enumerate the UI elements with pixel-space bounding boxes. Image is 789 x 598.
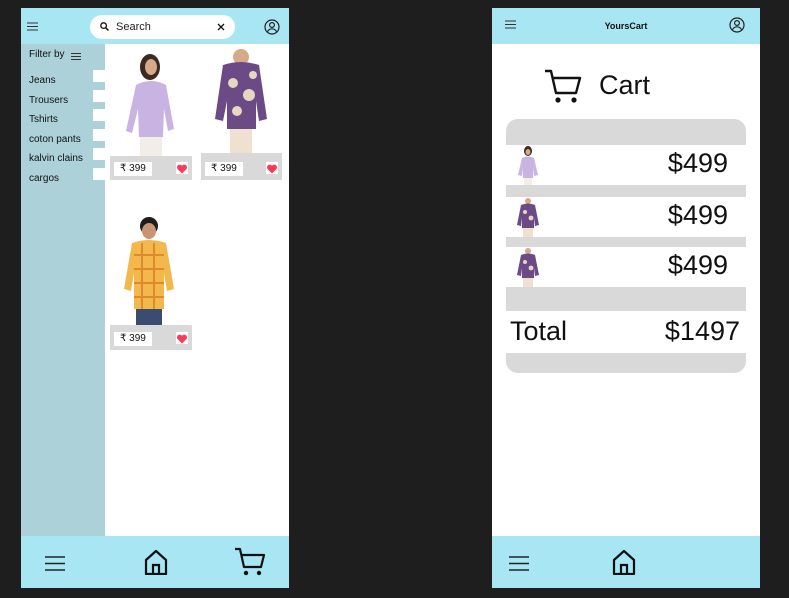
cart-icon[interactable] xyxy=(234,547,266,577)
user-circle-icon[interactable] xyxy=(729,17,745,33)
filter-checkbox[interactable] xyxy=(93,109,105,121)
favorite-button[interactable] xyxy=(266,162,278,174)
price-tag: ₹ 399 xyxy=(114,162,152,176)
product-card[interactable]: ₹ 399 xyxy=(110,49,192,180)
hamburger-icon[interactable] xyxy=(27,22,38,31)
heart-icon xyxy=(176,334,188,344)
heart-icon xyxy=(266,164,278,174)
total-value: $1497 xyxy=(664,316,740,346)
filter-item-cargos[interactable]: cargos xyxy=(29,168,105,186)
search-input[interactable]: Search xyxy=(116,21,151,33)
search-icon xyxy=(100,22,109,31)
cart-item-price: $499 xyxy=(667,148,728,178)
cart-icon xyxy=(545,69,582,103)
woman-lilac-shirt-image xyxy=(126,54,174,156)
filter-label: Tshirts xyxy=(29,114,58,125)
cart-total: Total $1497 xyxy=(506,311,746,353)
filter-item-kalvin-clains[interactable]: kalvin clains xyxy=(29,148,105,166)
search-bar[interactable]: Search xyxy=(90,15,235,39)
filter-checkbox[interactable] xyxy=(93,129,105,141)
bottom-nav xyxy=(21,536,289,588)
product-thumbnail xyxy=(517,248,539,287)
top-bar: YoursCart xyxy=(492,8,760,44)
hamburger-icon[interactable] xyxy=(509,556,529,571)
product-thumbnail xyxy=(518,146,538,185)
filter-item-jeans[interactable]: Jeans xyxy=(29,70,105,88)
total-label: Total xyxy=(510,316,568,346)
price-tag: ₹ 399 xyxy=(205,162,243,176)
cart-item[interactable]: $499 xyxy=(506,197,746,237)
product-image[interactable] xyxy=(201,49,282,153)
man-orange-check-shirt-image xyxy=(124,217,174,325)
favorite-button[interactable] xyxy=(176,162,188,174)
favorite-button[interactable] xyxy=(176,332,188,344)
cart-item[interactable]: $499 xyxy=(506,247,746,287)
filter-item-trousers[interactable]: Trousers xyxy=(29,90,105,108)
heart-icon xyxy=(176,164,188,174)
filter-label: Jeans xyxy=(29,75,56,86)
product-thumbnail xyxy=(517,198,539,237)
cart-item-price: $499 xyxy=(667,200,728,230)
filter-title: Filter by xyxy=(29,49,65,60)
cart-item-price: $499 xyxy=(667,250,728,280)
filter-label: kalvin clains xyxy=(29,153,83,164)
purple-floral-shirt-image xyxy=(215,49,267,153)
filter-checkbox[interactable] xyxy=(93,168,105,180)
filter-label: Trousers xyxy=(29,95,69,106)
filter-item-tshirts[interactable]: Tshirts xyxy=(29,109,105,127)
top-bar: Search xyxy=(21,8,289,44)
filter-checkbox[interactable] xyxy=(93,90,105,102)
home-icon[interactable] xyxy=(612,549,636,575)
product-image[interactable] xyxy=(110,49,192,156)
product-card[interactable]: ₹ 399 xyxy=(110,215,192,350)
filter-lines-icon[interactable] xyxy=(71,53,81,60)
filter-label: coton pants xyxy=(29,134,81,145)
product-image[interactable] xyxy=(110,215,192,325)
user-circle-icon[interactable] xyxy=(264,19,280,35)
cart-screen: YoursCart Cart $499 $499 $499 Total $149… xyxy=(492,8,760,588)
product-card[interactable]: ₹ 399 xyxy=(201,49,282,180)
filter-sidebar: Filter by Jeans Trousers Tshirts coton p… xyxy=(21,44,105,536)
cart-title: Cart xyxy=(599,70,651,100)
close-icon[interactable] xyxy=(217,23,225,31)
cart-item[interactable]: $499 xyxy=(506,145,746,185)
bottom-nav xyxy=(492,536,760,588)
catalog-screen: Search Filter by Jeans Trousers Tshirts xyxy=(21,8,289,588)
price-tag: ₹ 399 xyxy=(114,332,152,346)
hamburger-icon[interactable] xyxy=(45,556,65,571)
home-icon[interactable] xyxy=(144,549,168,575)
filter-checkbox[interactable] xyxy=(93,148,105,160)
filter-checkbox[interactable] xyxy=(93,70,105,82)
brand-title: YoursCart xyxy=(604,21,648,31)
filter-label: cargos xyxy=(29,173,60,184)
filter-item-coton-pants[interactable]: coton pants xyxy=(29,129,105,147)
